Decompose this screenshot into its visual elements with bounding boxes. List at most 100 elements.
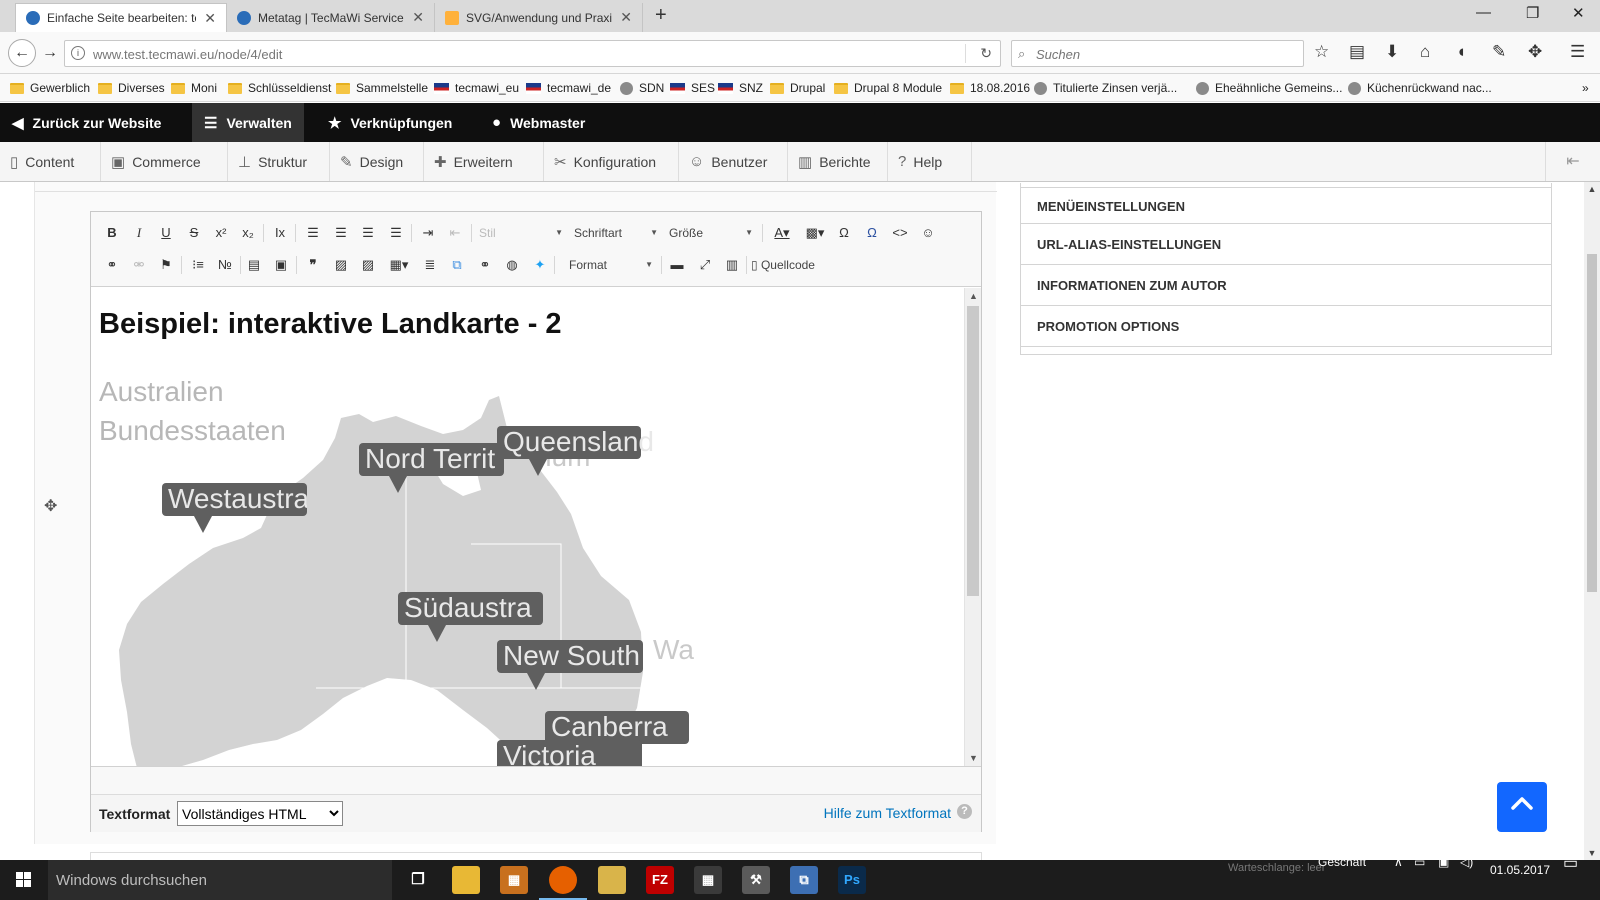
source-button[interactable]: ▯ Quellcode [751,254,831,276]
close-icon[interactable]: ✕ [204,10,216,27]
drag-handle-icon[interactable]: ✥ [44,496,57,516]
bulleted-list-icon[interactable]: ⁝≡ [187,254,209,276]
bookmark-item[interactable]: tecmawi_de [526,81,611,95]
remove-format-icon[interactable]: Ix [269,222,291,244]
photoshop-icon[interactable]: Ps [838,866,866,894]
numbered-list-icon[interactable]: № [214,254,236,276]
embed-link-icon[interactable]: ⚭ [474,254,496,276]
sidebar-item-url-alias[interactable]: URL-Alias-Einstellungen [1021,224,1551,265]
page-scrollbar[interactable]: ▲ ▼ [1584,182,1600,860]
tab-svg[interactable]: SVG/Anwendung und Praxis ✕ [435,3,643,32]
bookmark-item[interactable]: SES [670,81,715,95]
superscript-icon[interactable]: x² [210,222,232,244]
close-icon[interactable]: ✕ [620,9,632,26]
menu-reports[interactable]: ▥ Berichte [788,142,888,181]
calculator-icon[interactable]: ▦ [694,866,722,894]
shortcuts-tab[interactable]: ★ Verknüpfungen [316,103,464,142]
show-blocks-icon[interactable]: ▥ [721,254,743,276]
link-icon[interactable]: ⚭ [101,254,123,276]
browser-search-input[interactable] [1036,44,1296,64]
sidebar-item-author-info[interactable]: Informationen zum Autor [1021,265,1551,306]
menu-structure[interactable]: ⊥ Struktur [228,142,330,181]
bookmark-item[interactable]: Diverses [98,81,165,95]
scroll-down-icon[interactable]: ▼ [1584,848,1600,858]
bookmark-item[interactable]: SNZ [718,81,763,95]
text-color-icon[interactable]: A▾ [768,222,796,244]
callout-westaustralien[interactable]: Westaustra [162,483,307,516]
bookmark-item[interactable]: Schlüsseldienst [228,81,331,95]
tray-expand-icon[interactable]: ∧ [1394,855,1403,869]
browser-search[interactable]: ⌕ [1011,40,1304,67]
minimize-icon[interactable]: — [1476,4,1491,21]
callout-suedaustralien[interactable]: Südaustra [398,592,543,625]
home-icon[interactable]: ⌂ [1420,42,1430,62]
tab-edit-page[interactable]: Einfache Seite bearbeiten: te ✕ [15,3,227,32]
scroll-thumb[interactable] [967,306,979,596]
network-icon[interactable]: ▣ [1438,855,1449,869]
back-icon[interactable]: ← [8,39,36,67]
clock-time[interactable]: 19:33 [1504,847,1534,861]
special-char-icon[interactable]: Ω [833,222,855,244]
menu-people[interactable]: ☺ Benutzer [679,142,788,181]
volume-icon[interactable]: ◁) [1460,855,1473,869]
pocket-icon[interactable]: ◖ [1456,42,1466,62]
close-window-icon[interactable]: ✕ [1572,4,1585,22]
menu-commerce[interactable]: ▣ Commerce [101,142,228,181]
bold-icon[interactable]: B [101,222,123,244]
justify-icon[interactable]: ☰ [385,222,407,244]
back-to-top-button[interactable] [1497,782,1547,832]
horizontal-line-icon[interactable]: ≣ [419,254,441,276]
sidebar-item-promotion[interactable]: Promotion options [1021,306,1551,347]
app-icon[interactable]: ▦ [500,866,528,894]
sidebar-item-menu-settings[interactable]: Menüeinstellungen [1021,187,1551,224]
new-tab-icon[interactable]: + [655,4,667,27]
start-button[interactable] [0,860,48,900]
explorer-icon[interactable] [452,866,480,894]
editor-scrollbar[interactable]: ▲ ▼ [964,288,981,766]
menu-content[interactable]: ▯ Content [0,142,101,181]
star-icon[interactable]: ☆ [1314,42,1329,62]
menu-icon[interactable]: ☰ [1570,42,1585,62]
background-color-icon[interactable]: ▩▾ [801,222,829,244]
manage-tab[interactable]: ☰ Verwalten [192,103,304,142]
reading-list-icon[interactable]: ▤ [1349,42,1365,62]
bookmark-item[interactable]: Gewerblich [10,81,90,95]
restore-icon[interactable]: ❐ [1526,4,1539,22]
taskbar-search[interactable]: Windows durchsuchen [48,860,392,900]
media-icon[interactable]: ▣ [270,254,292,276]
code-icon[interactable]: <> [889,222,911,244]
font-dropdown[interactable]: Schriftart ▼ [574,222,662,244]
scroll-up-icon[interactable]: ▲ [1584,184,1600,194]
scroll-up-icon[interactable]: ▲ [965,291,982,301]
style-dropdown[interactable]: Stil ▼ [479,222,567,244]
blockquote-icon[interactable]: ❞ [302,254,324,276]
folder-app-icon[interactable] [598,866,626,894]
bookmark-item[interactable]: SDN [620,81,664,95]
forward-icon[interactable]: → [38,41,62,65]
menu-configuration[interactable]: ✂ Konfiguration [544,142,679,181]
question-icon[interactable]: ? [957,804,972,819]
div-container-icon[interactable]: ▤ [243,254,265,276]
bookmark-item[interactable]: 18.08.2016 [950,81,1030,95]
notification-icon[interactable]: ▭ [1563,853,1578,873]
bookmark-item[interactable]: Eheähnliche Gemeins... [1196,81,1342,95]
unlink-icon[interactable]: ⚮ [128,254,150,276]
callout-nord-territorium[interactable]: Nord Territ [359,443,504,476]
reload-icon[interactable]: ↻ [980,45,992,62]
format-dropdown[interactable]: Format ▼ [569,254,657,276]
size-dropdown[interactable]: Größe ▼ [669,222,757,244]
bookmark-item[interactable]: Titulierte Zinsen verjä... [1034,81,1177,95]
url-bar[interactable]: i www.test.tecmawi.eu/node/4/edit ↻ [64,40,1001,67]
menu-design[interactable]: ✎ Design [330,142,424,181]
bookmark-item[interactable]: tecmawi_eu [434,81,519,95]
bookmark-item[interactable]: Moni [171,81,217,95]
editor-content[interactable]: Beispiel: interaktive Landkarte - 2 Aust… [91,288,963,766]
bookmark-item[interactable]: Drupal [770,81,825,95]
callout-victoria[interactable]: Victoria [497,740,642,766]
filezilla-icon[interactable]: FZ [646,866,674,894]
italic-icon[interactable]: I [128,222,150,244]
subscript-icon[interactable]: x₂ [237,222,259,244]
html-block-icon[interactable]: ▬ [666,254,688,276]
network-app-icon[interactable]: ⧉ [790,866,818,894]
menu-extend[interactable]: ✚ Erweitern [424,142,544,181]
